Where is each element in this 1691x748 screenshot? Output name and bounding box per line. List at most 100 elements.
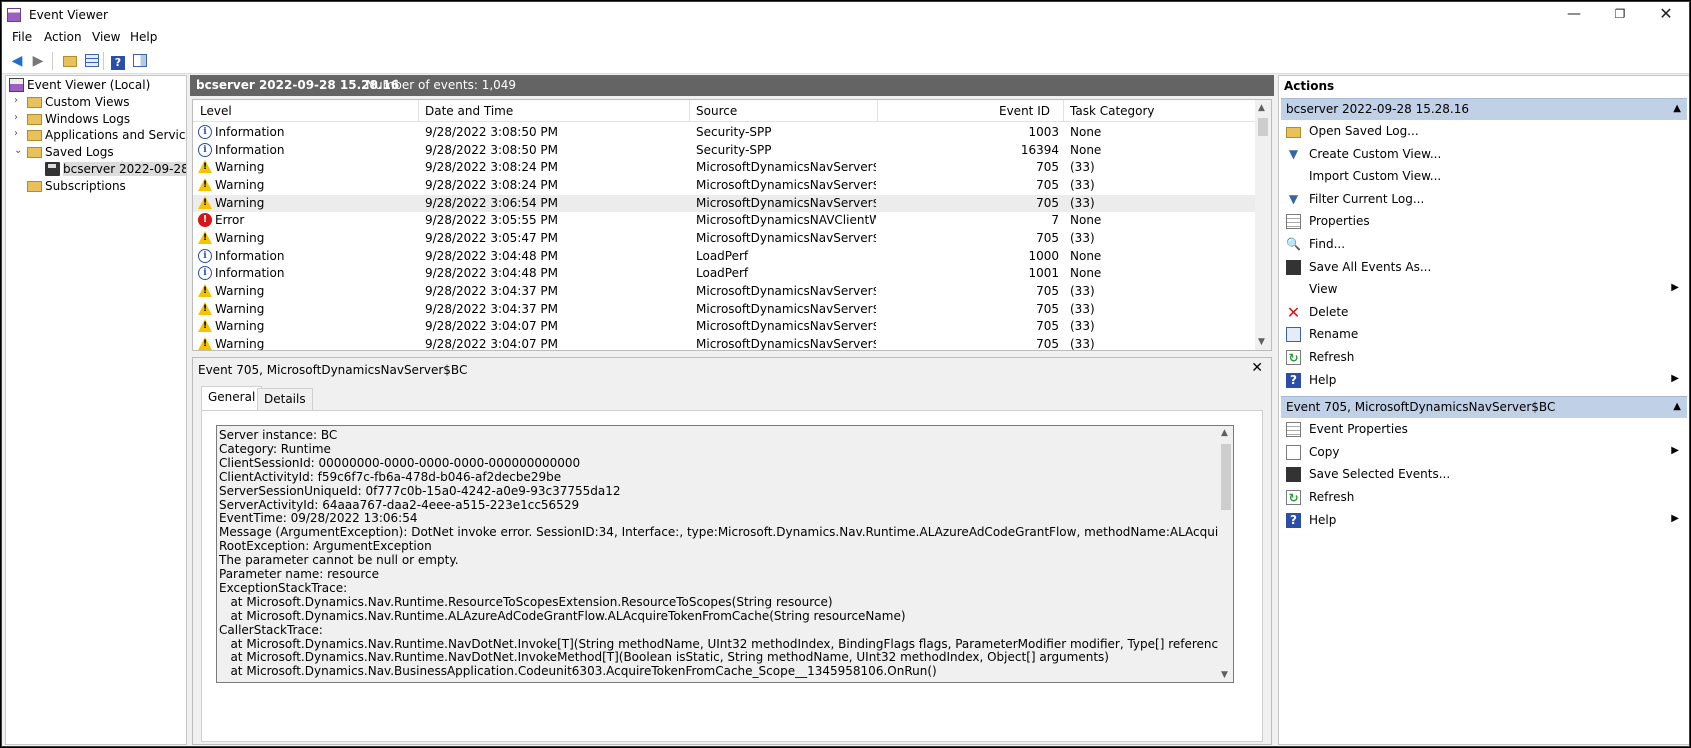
folder-icon [27,96,42,108]
task-category-cell: (33) [1070,177,1095,192]
scroll-up-arrow-icon[interactable]: ▲ [1258,103,1265,113]
table-row[interactable]: Warning 9/28/2022 3:04:07 PM MicrosoftDyna… [193,336,1255,350]
information-icon: i [198,142,212,157]
event-id-cell: 705 [1036,283,1059,298]
action-item[interactable]: Open Saved Log... [1281,121,1687,143]
back-arrow-icon[interactable]: ◀ [7,51,27,71]
close-window-button[interactable]: ✕ [1643,2,1689,28]
action-item[interactable]: ? Help ▶ [1281,370,1687,392]
column-header-source[interactable]: Source [696,104,737,118]
folder-icon [27,130,42,142]
table-row[interactable]: Warning 9/28/2022 3:04:37 PM MicrosoftDyna… [193,301,1255,318]
action-item[interactable]: ↻ Refresh [1281,487,1687,509]
menu-view[interactable]: View [92,30,120,44]
action-item[interactable]: Rename [1281,324,1687,346]
action-item[interactable]: ? Help ▶ [1281,510,1687,532]
action-item[interactable]: ▼ Create Custom View... [1281,144,1687,166]
scroll-down-arrow-icon[interactable]: ▼ [1221,670,1228,680]
column-header-level[interactable]: Level [200,104,232,118]
action-item-label: Event Properties [1309,422,1408,437]
actions-section-header[interactable]: bcserver 2022-09-28 15.28.16 ▲ [1281,98,1687,120]
source-cell: MicrosoftDynamicsNavServer$BC [696,301,876,316]
restore-button[interactable]: ❐ [1597,2,1643,28]
table-row[interactable]: Warning 9/28/2022 3:08:24 PM MicrosoftDyna… [193,159,1255,176]
action-item[interactable]: View ▶ [1281,279,1687,301]
folder-icon [27,113,42,125]
help-icon[interactable]: ? [108,51,128,71]
table-row[interactable]: Warning 9/28/2022 3:04:37 PM MicrosoftDyna… [193,283,1255,300]
collapse-caret-icon[interactable]: ▲ [1673,103,1681,114]
datetime-cell: 9/28/2022 3:05:55 PM [425,213,559,228]
table-row[interactable]: Warning 9/28/2022 3:08:24 PM MicrosoftDyna… [193,177,1255,194]
table-row[interactable]: i Information 9/28/2022 3:04:48 PM LoadPerf… [193,248,1255,265]
table-row[interactable]: i Information 9/28/2022 3:04:48 PM LoadPerf… [193,265,1255,282]
event-viewer-window: Event Viewer — ❐ ✕ File Action View Help… [1,1,1690,747]
description-scrollbar[interactable]: ▲ ▼ [1218,426,1233,682]
action-item[interactable]: Event Properties [1281,419,1687,441]
event-count: Number of events: 1,049 [366,78,517,92]
description-line: at Microsoft.Dynamics.Nav.Runtime.Resour… [219,594,833,609]
menu-action[interactable]: Action [44,30,82,44]
forward-arrow-icon[interactable]: ▶ [28,51,48,71]
description-line: The parameter cannot be null or empty. [219,553,459,568]
column-separator[interactable] [689,100,690,122]
collapsed-chevron-icon[interactable]: › [14,95,24,106]
event-id-cell: 705 [1036,301,1059,316]
folder-icon[interactable] [60,51,80,71]
scrollbar-thumb[interactable] [1258,118,1268,136]
action-item[interactable]: Properties [1281,211,1687,233]
description-line: at Microsoft.Dynamics.Nav.BusinessApplic… [219,664,937,679]
action-item[interactable]: 🔍 Find... [1281,234,1687,256]
menu-file[interactable]: File [12,30,32,44]
event-description-text[interactable]: at Microsoft.Dynamics.Nav.BusinessApplic… [216,425,1234,683]
description-line: at Microsoft.Dynamics.Nav.Runtime.NavDot… [219,650,1109,665]
table-row[interactable]: ! Error 9/28/2022 3:05:55 PM MicrosoftDynam… [193,212,1255,229]
column-separator[interactable] [418,100,419,122]
task-category-cell: (33) [1070,160,1095,175]
menu-help[interactable]: Help [130,30,157,44]
table-row[interactable]: i Information 9/28/2022 3:08:50 PM Security… [193,142,1255,159]
warning-icon [198,195,212,209]
collapsed-chevron-icon[interactable]: › [14,128,24,139]
table-row[interactable]: Warning 9/28/2022 3:05:47 PM MicrosoftDyna… [193,230,1255,247]
column-header-task-category[interactable]: Task Category [1070,104,1155,118]
close-detail-icon[interactable]: ✕ [1251,360,1263,376]
information-icon: i [198,125,212,139]
tab-details[interactable]: Details [257,388,313,410]
table-row[interactable]: Warning 9/28/2022 3:06:54 PM MicrosoftDyna… [193,194,1255,212]
actions-section-header[interactable]: Event 705, MicrosoftDynamicsNavServer$BC… [1281,396,1687,419]
action-item-label: Create Custom View... [1309,146,1442,161]
column-header-event-id[interactable]: Event ID [999,104,1050,118]
scroll-up-arrow-icon[interactable]: ▲ [1221,428,1228,438]
warning-icon [198,177,212,191]
table-row[interactable]: i Information 9/28/2022 3:08:50 PM Security… [193,124,1255,141]
action-item[interactable]: Save All Events As... [1281,257,1687,279]
action-item-label: Help [1309,512,1337,527]
scrollbar-thumb[interactable] [1221,444,1231,510]
action-item[interactable]: ▼ Filter Current Log... [1281,189,1687,211]
column-header-datetime[interactable]: Date and Time [425,104,513,118]
submenu-arrow-icon: ▶ [1671,444,1679,456]
collapse-caret-icon[interactable]: ▲ [1673,401,1681,412]
show-hide-console-tree-icon[interactable] [82,51,102,71]
source-cell: MicrosoftDynamicsNavServer$BC [696,283,876,298]
expanded-chevron-icon[interactable]: ⌄ [14,145,24,156]
action-item[interactable]: ✕ Delete [1281,302,1687,324]
description-line: Message (ArgumentException): DotNet invo… [219,525,1234,540]
action-item[interactable]: Copy ▶ [1281,442,1687,464]
events-grid-scrollbar[interactable]: ▲ ▼ [1255,100,1271,350]
show-hide-action-pane-icon[interactable] [130,51,150,71]
table-row[interactable]: Warning 9/28/2022 3:04:07 PM MicrosoftDyna… [193,318,1255,335]
refresh-icon: ↻ [1286,350,1301,365]
action-item[interactable]: Save Selected Events... [1281,464,1687,486]
information-icon: i [198,248,212,263]
column-separator[interactable] [1063,100,1064,122]
scroll-down-arrow-icon[interactable]: ▼ [1258,337,1265,347]
action-item[interactable]: Import Custom View... [1281,166,1687,188]
minimize-button[interactable]: — [1551,2,1597,28]
event-id-cell: 1000 [1028,248,1059,263]
collapsed-chevron-icon[interactable]: › [14,112,24,123]
action-item[interactable]: ↻ Refresh [1281,347,1687,369]
column-separator[interactable] [877,100,878,122]
tab-general[interactable]: General [201,386,263,410]
